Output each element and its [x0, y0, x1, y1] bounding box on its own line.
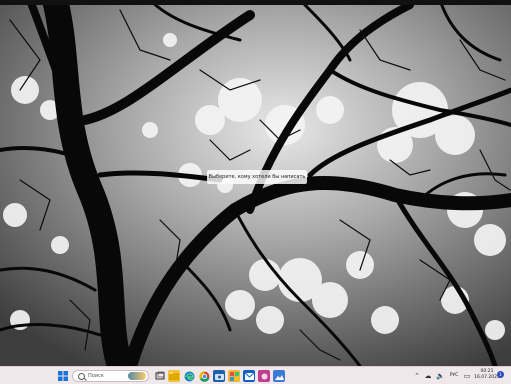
windows-start-icon[interactable] [57, 370, 69, 382]
file-explorer-icon[interactable] [168, 370, 180, 382]
camera-icon[interactable] [213, 370, 225, 382]
edge-icon[interactable] [183, 370, 195, 382]
clock-date[interactable]: 16.07.2023 [474, 375, 500, 381]
search-label: Поиск [88, 373, 104, 379]
store-icon[interactable] [228, 370, 240, 382]
volume-icon[interactable]: 🔈 [436, 372, 445, 380]
taskbar-search-box[interactable]: Поиск [72, 370, 149, 382]
search-highlight-icon [128, 372, 146, 380]
language-indicator[interactable]: РУС [446, 373, 462, 379]
center-prompt-text: Выберите, кому хотели бы написать [207, 170, 307, 184]
app-icon[interactable] [258, 370, 270, 382]
cloud-icon[interactable]: ☁ [424, 372, 432, 380]
chrome-icon[interactable] [198, 370, 210, 382]
task-view-icon[interactable] [154, 370, 166, 382]
search-icon [78, 373, 85, 380]
chevron-up-icon[interactable]: ⌃ [413, 372, 421, 380]
top-edge-bar [0, 0, 511, 5]
mail-icon[interactable] [243, 370, 255, 382]
photos-icon[interactable] [273, 370, 285, 382]
network-icon[interactable]: ▭ [463, 372, 471, 380]
desktop: Выберите, кому хотели бы написать [0, 0, 511, 366]
notification-badge[interactable]: 1 [497, 371, 504, 378]
taskbar: Поиск ⌃ ☁ 🔈 РУС ▭ 00:21 16.07.2023 1 [0, 366, 511, 384]
